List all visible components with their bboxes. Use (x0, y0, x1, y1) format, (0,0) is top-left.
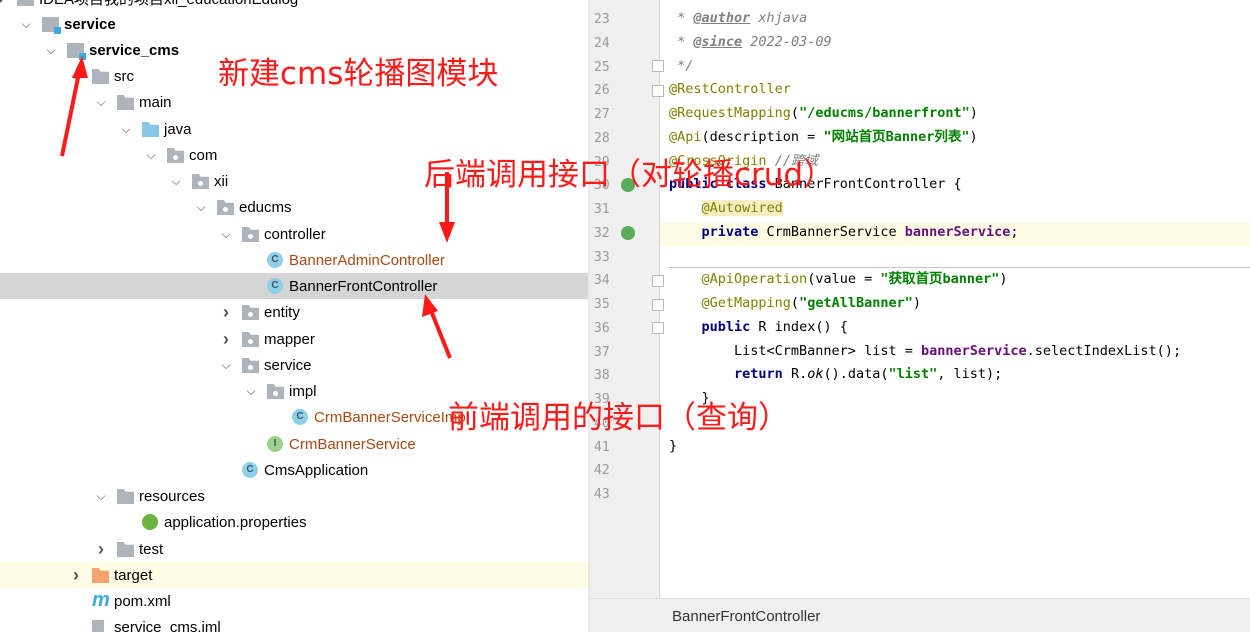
arrow-head (72, 56, 88, 78)
arrow-to-module (60, 67, 82, 157)
arrow-to-front-controller (428, 307, 452, 359)
arrow-head (422, 294, 438, 317)
arrow-head (439, 222, 455, 243)
annotation-arrows (60, 56, 455, 359)
